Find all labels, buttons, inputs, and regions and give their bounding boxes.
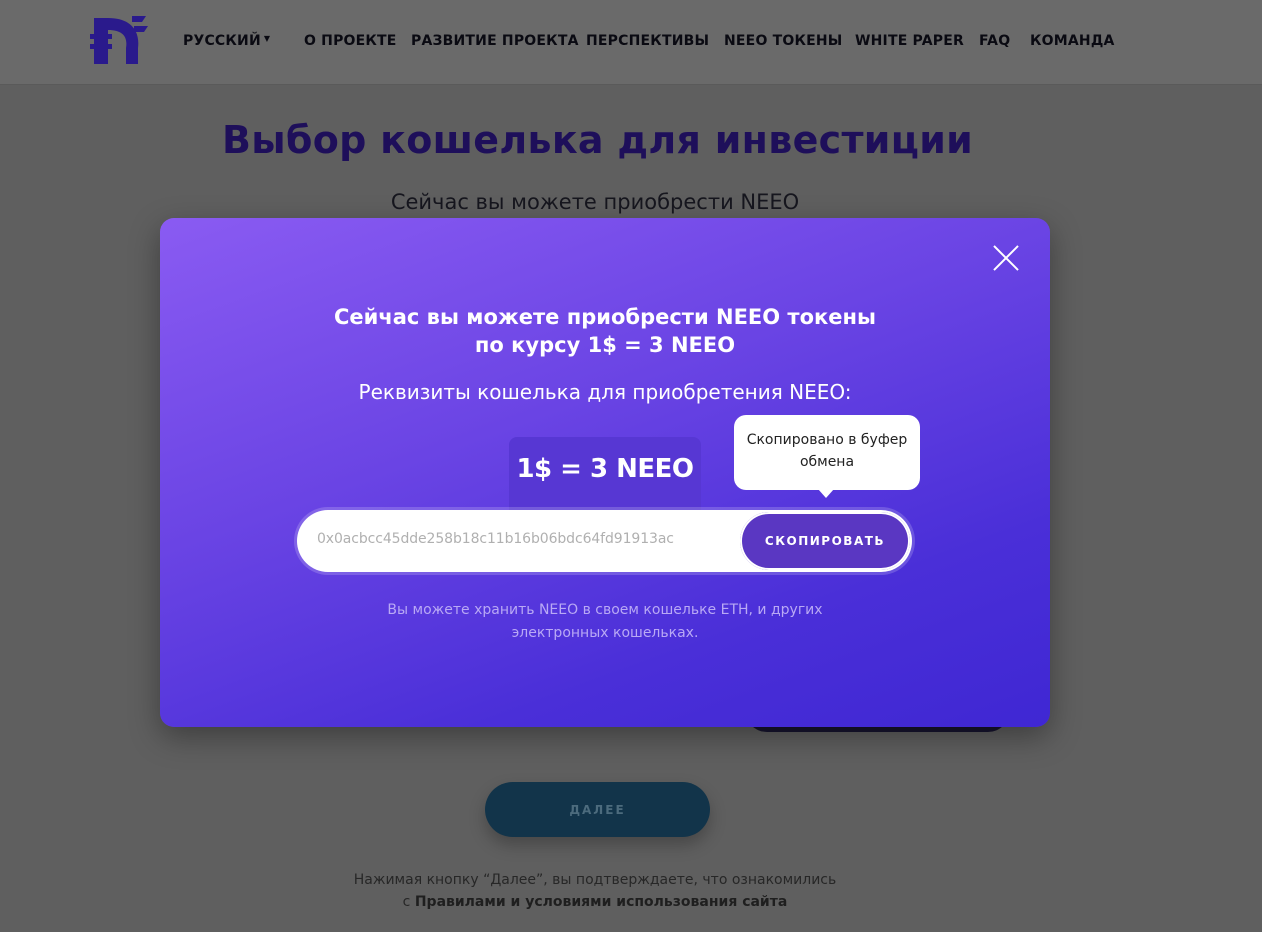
modal-title: Сейчас вы можете приобрести NEEO токены … bbox=[333, 305, 877, 357]
close-icon[interactable] bbox=[992, 244, 1020, 272]
copy-button[interactable]: СКОПИРОВАТЬ bbox=[740, 512, 910, 570]
chevron-down-icon: ▼ bbox=[263, 34, 271, 43]
next-button[interactable]: ДАЛЕЕ bbox=[485, 782, 710, 837]
nav-white-paper[interactable]: WHITE PAPER bbox=[855, 33, 964, 49]
copied-tooltip: Скопировано в буфер обмена bbox=[734, 415, 920, 498]
neeo-logo[interactable] bbox=[88, 12, 150, 70]
terms-notice: Нажимая кнопку “Далее”, вы подтверждаете… bbox=[0, 869, 1190, 913]
site-header: РУССКИЙ ▼ О ПРОЕКТЕ РАЗВИТИЕ ПРОЕКТА ПЕРС… bbox=[0, 0, 1262, 85]
nav-tokens[interactable]: NEEO ТОКЕНЫ bbox=[724, 33, 843, 49]
wallet-address-box: СКОПИРОВАТЬ bbox=[297, 510, 912, 572]
page-subtitle: Сейчас вы можете приобрести NEEO bbox=[390, 190, 800, 214]
nav-faq[interactable]: FAQ bbox=[979, 33, 1010, 49]
page-title: Выбор кошелька для инвестиции bbox=[221, 118, 974, 162]
terms-text: Нажимая кнопку “Далее”, вы подтверждаете… bbox=[353, 872, 837, 888]
nav-development[interactable]: РАЗВИТИЕ ПРОЕКТА bbox=[411, 33, 579, 49]
nav-perspectives[interactable]: ПЕРСПЕКТИВЫ bbox=[586, 33, 709, 49]
wallet-address-field[interactable] bbox=[315, 530, 739, 548]
modal-subtitle: Реквизиты кошелька для приобретения NEEO… bbox=[358, 380, 852, 404]
nav-language-dropdown[interactable]: РУССКИЙ ▼ bbox=[183, 33, 270, 49]
terms-line: с Правилами и условиями использования са… bbox=[0, 891, 1190, 913]
nav-team[interactable]: КОМАНДА bbox=[1030, 33, 1115, 49]
modal-note: Вы можете хранить NEEO в своем кошельке … bbox=[387, 602, 823, 641]
nav-about[interactable]: О ПРОЕКТЕ bbox=[304, 33, 397, 49]
terms-prefix: с bbox=[402, 894, 411, 910]
rate-badge: 1$ = 3 NEEO bbox=[509, 437, 701, 511]
wallet-modal: Сейчас вы можете приобрести NEEO токены … bbox=[160, 218, 1050, 727]
terms-link[interactable]: Правилами и условиями использования сайт… bbox=[415, 894, 787, 910]
nav-language-label: РУССКИЙ bbox=[183, 33, 261, 49]
